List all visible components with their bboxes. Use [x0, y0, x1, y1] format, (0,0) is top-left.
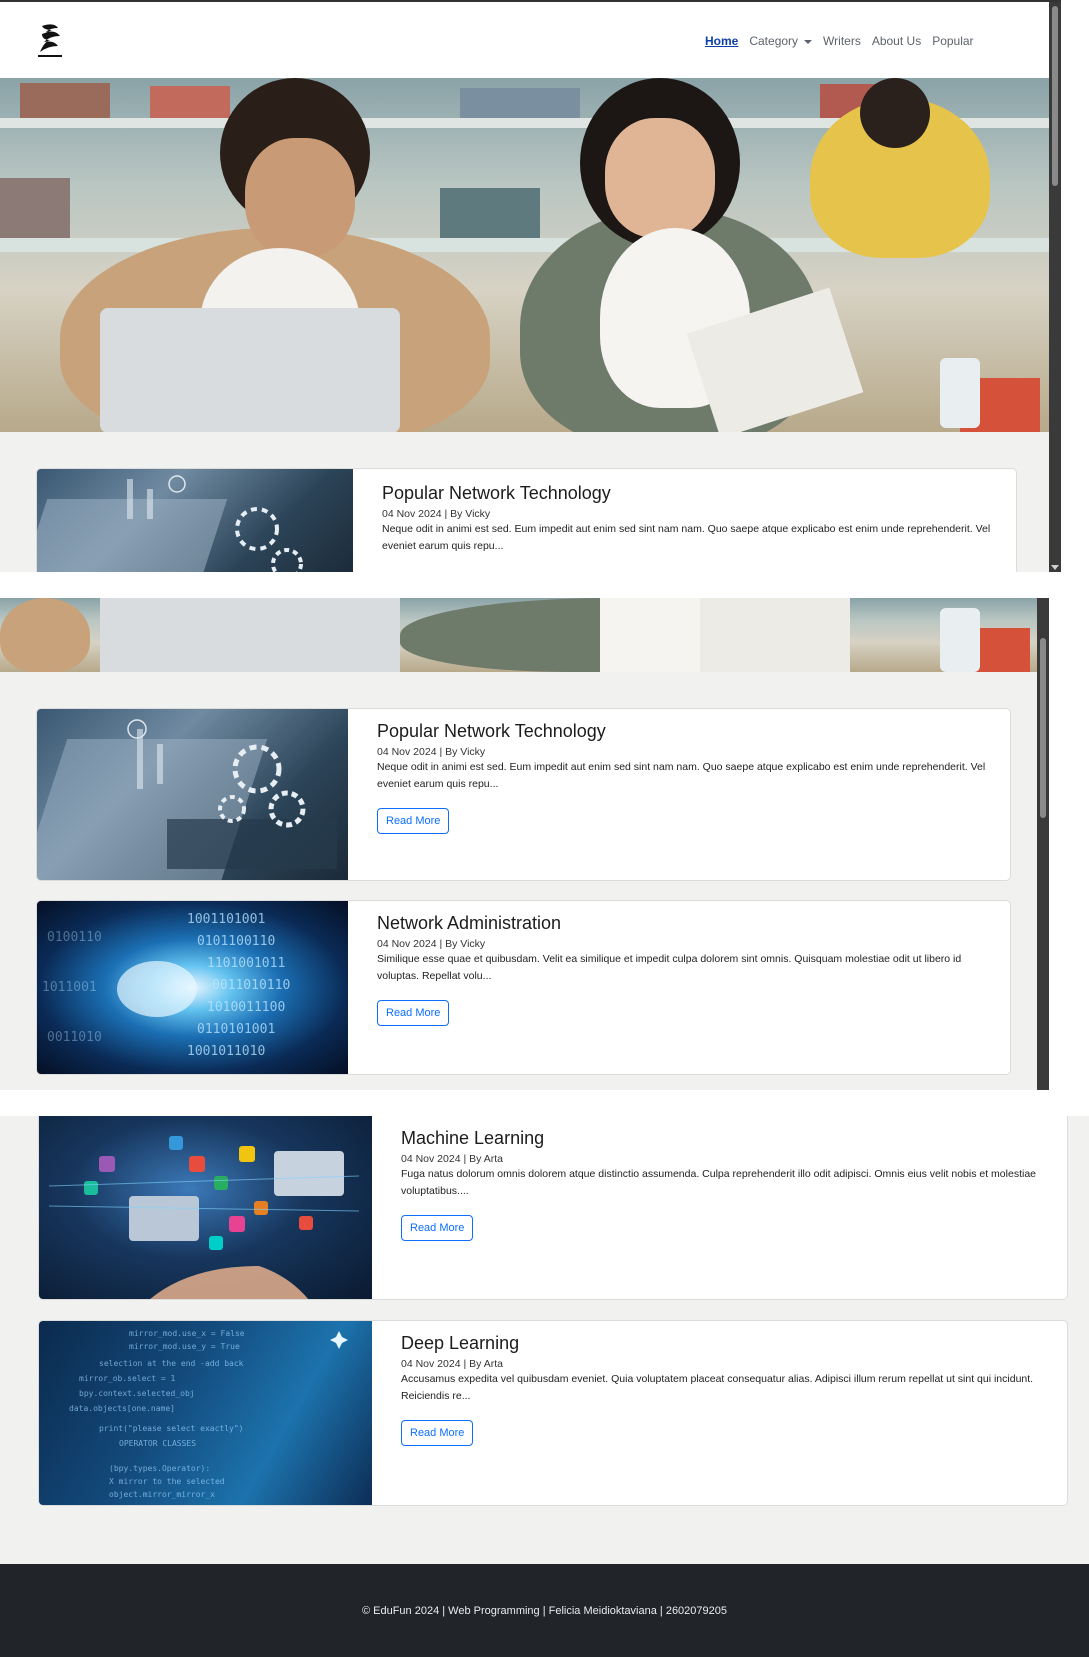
caret-down-icon	[804, 39, 813, 44]
nav-popular-link[interactable]: Popular	[932, 34, 973, 48]
svg-text:data.objects[one.name]: data.objects[one.name]	[69, 1404, 175, 1413]
svg-text:0110101001: 0110101001	[197, 1022, 275, 1037]
screenshot-bottom: Machine Learning 04 Nov 2024 | By Arta F…	[0, 1116, 1089, 1657]
svg-text:1101001011: 1101001011	[207, 956, 285, 971]
hero-image	[0, 78, 1049, 432]
svg-text:0011010: 0011010	[47, 1030, 102, 1045]
article-image[interactable]: 1001101001 0101100110 1101001011 0011010…	[37, 901, 348, 1074]
svg-text:X mirror to the selected: X mirror to the selected	[109, 1477, 225, 1486]
article-excerpt: Accusamus expedita vel quibusdam eveniet…	[401, 1373, 1034, 1402]
article-meta: 04 Nov 2024 | By Arta	[401, 1153, 503, 1165]
article-title[interactable]: Machine Learning	[401, 1128, 1061, 1149]
article-card: Popular Network Technology 04 Nov 2024 |…	[36, 708, 1011, 881]
svg-text:bpy.context.selected_obj: bpy.context.selected_obj	[79, 1389, 195, 1398]
svg-text:0100110: 0100110	[47, 930, 102, 945]
article-title[interactable]: Popular Network Technology	[382, 483, 1002, 504]
article-excerpt: Fuga natus dolorum omnis dolorem atque d…	[401, 1168, 1036, 1197]
article-meta: 04 Nov 2024 | By Arta	[401, 1358, 503, 1370]
article-card: Machine Learning 04 Nov 2024 | By Arta F…	[38, 1116, 1068, 1300]
nav-links: Home Category Writers About Us Popular	[705, 34, 974, 48]
article-meta: 04 Nov 2024 | By Vicky	[382, 508, 491, 520]
footer: © EduFun 2024 | Web Programming | Felici…	[0, 1564, 1089, 1657]
article-excerpt: Similique esse quae et quibusdam. Velit …	[377, 953, 962, 982]
nav-about-us-link[interactable]: About Us	[872, 34, 921, 48]
article-image[interactable]	[39, 1116, 372, 1299]
scrollbar[interactable]	[1037, 598, 1049, 1090]
svg-text:object.mirror_mirror_x: object.mirror_mirror_x	[109, 1490, 215, 1499]
screenshot-top: Home Category Writers About Us Popular P…	[0, 0, 1061, 572]
svg-text:(bpy.types.Operator):: (bpy.types.Operator):	[109, 1464, 210, 1473]
read-more-button[interactable]: Read More	[377, 808, 450, 834]
svg-text:OPERATOR CLASSES: OPERATOR CLASSES	[119, 1439, 196, 1448]
article-card: 1001101001 0101100110 1101001011 0011010…	[36, 900, 1011, 1075]
article-card: mirror_mod.use_x = False mirror_mod.use_…	[38, 1320, 1068, 1506]
edufun-logo-icon[interactable]	[36, 22, 66, 60]
article-excerpt: Neque odit in animi est sed. Eum impedit…	[382, 523, 991, 552]
article-image[interactable]	[37, 469, 353, 572]
svg-text:print("please select exactly"): print("please select exactly")	[99, 1424, 244, 1433]
scrollbar-thumb[interactable]	[1040, 638, 1046, 818]
svg-text:0011010110: 0011010110	[212, 978, 290, 993]
scrollbar-thumb[interactable]	[1052, 6, 1058, 186]
svg-text:0101100110: 0101100110	[197, 934, 275, 949]
nav-writers-link[interactable]: Writers	[823, 34, 861, 48]
svg-text:mirror_mod.use_y = True: mirror_mod.use_y = True	[129, 1342, 240, 1351]
svg-text:1001011010: 1001011010	[187, 1044, 265, 1059]
read-more-button[interactable]: Read More	[377, 1000, 450, 1026]
article-title[interactable]: Popular Network Technology	[377, 721, 997, 742]
screenshot-middle: Popular Network Technology 04 Nov 2024 |…	[0, 598, 1049, 1090]
svg-text:mirror_ob.select = 1: mirror_ob.select = 1	[79, 1374, 176, 1383]
article-image[interactable]	[37, 709, 348, 880]
nav-category-label: Category	[749, 34, 799, 48]
scrollbar[interactable]	[1049, 2, 1061, 572]
article-title[interactable]: Deep Learning	[401, 1333, 1061, 1354]
svg-text:1010011100: 1010011100	[207, 1000, 285, 1015]
svg-text:selection at the end -add back: selection at the end -add back	[99, 1359, 244, 1368]
article-meta: 04 Nov 2024 | By Vicky	[377, 938, 486, 950]
article-card: Popular Network Technology 04 Nov 2024 |…	[36, 468, 1017, 572]
svg-text:1001101001: 1001101001	[187, 912, 265, 927]
article-title[interactable]: Network Administration	[377, 913, 997, 934]
svg-text:1011001: 1011001	[42, 980, 97, 995]
scroll-down-arrow-icon[interactable]	[1051, 565, 1059, 570]
nav-home-link[interactable]: Home	[705, 34, 738, 48]
read-more-button[interactable]: Read More	[401, 1420, 474, 1446]
hero-image	[0, 598, 1049, 672]
article-image[interactable]: mirror_mod.use_x = False mirror_mod.use_…	[39, 1321, 372, 1505]
article-meta: 04 Nov 2024 | By Vicky	[377, 746, 486, 758]
article-excerpt: Neque odit in animi est sed. Eum impedit…	[377, 761, 986, 790]
footer-text: © EduFun 2024 | Web Programming | Felici…	[361, 1604, 727, 1617]
nav-category-dropdown[interactable]: Category	[749, 34, 813, 48]
navbar: Home Category Writers About Us Popular	[0, 2, 1049, 78]
read-more-button[interactable]: Read More	[401, 1215, 474, 1241]
svg-text:mirror_mod.use_x = False: mirror_mod.use_x = False	[129, 1329, 245, 1338]
